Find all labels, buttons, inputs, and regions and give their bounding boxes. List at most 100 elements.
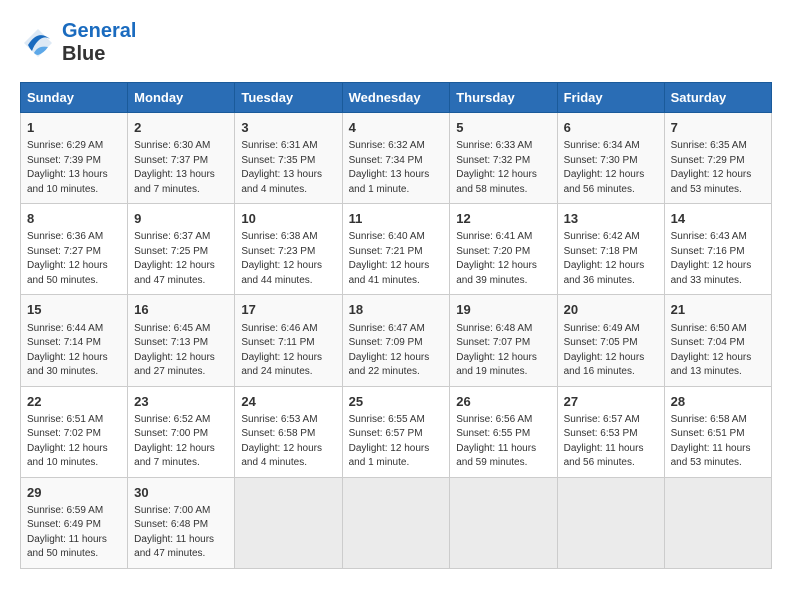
- calendar-day-cell: 17Sunrise: 6:46 AM Sunset: 7:11 PM Dayli…: [235, 295, 342, 386]
- calendar-day-cell: 29 Sunrise: 6:59 AM Sunset: 6:49 PM Dayli…: [21, 477, 128, 568]
- day-number: 24: [241, 393, 335, 411]
- calendar-day-cell: [342, 477, 450, 568]
- day-number: 4: [349, 119, 444, 137]
- day-number: 21: [671, 301, 765, 319]
- day-info: Sunrise: 6:47 AM Sunset: 7:09 PM Dayligh…: [349, 322, 444, 380]
- day-number: 2: [134, 119, 228, 137]
- day-number: 28: [671, 393, 765, 411]
- day-info: Sunrise: 6:55 AM Sunset: 6:57 PM Dayligh…: [349, 413, 444, 471]
- calendar-day-cell: [450, 477, 557, 568]
- day-number: 18: [349, 301, 444, 319]
- calendar-day-cell: [664, 477, 771, 568]
- calendar-day-cell: 14 Sunrise: 6:43 AM Sunset: 7:16 PM Dayli…: [664, 204, 771, 295]
- day-info: Sunrise: 6:37 AM Sunset: 7:25 PM Dayligh…: [134, 230, 228, 288]
- calendar-day-cell: 13 Sunrise: 6:42 AM Sunset: 7:18 PM Dayli…: [557, 204, 664, 295]
- day-number: 12: [456, 210, 550, 228]
- calendar-day-cell: 20 Sunrise: 6:49 AM Sunset: 7:05 PM Dayli…: [557, 295, 664, 386]
- calendar-day-cell: 22 Sunrise: 6:51 AM Sunset: 7:02 PM Dayli…: [21, 386, 128, 477]
- day-info: Sunrise: 6:49 AM Sunset: 7:05 PM Dayligh…: [564, 322, 658, 380]
- day-info: Sunrise: 6:30 AM Sunset: 7:37 PM Dayligh…: [134, 139, 228, 197]
- day-info: Sunrise: 6:41 AM Sunset: 7:20 PM Dayligh…: [456, 230, 550, 288]
- calendar-day-cell: 19 Sunrise: 6:48 AM Sunset: 7:07 PM Dayli…: [450, 295, 557, 386]
- weekday-header: Sunday: [21, 83, 128, 113]
- day-number: 23: [134, 393, 228, 411]
- calendar-day-cell: 6Sunrise: 6:34 AM Sunset: 7:30 PM Daylig…: [557, 113, 664, 204]
- calendar-day-cell: 10 Sunrise: 6:38 AM Sunset: 7:23 PM Dayli…: [235, 204, 342, 295]
- weekday-header: Friday: [557, 83, 664, 113]
- day-number: 25: [349, 393, 444, 411]
- calendar-day-cell: 21 Sunrise: 6:50 AM Sunset: 7:04 PM Dayli…: [664, 295, 771, 386]
- calendar-day-cell: 1 Sunrise: 6:29 AM Sunset: 7:39 PM Daylig…: [21, 113, 128, 204]
- day-number: 11: [349, 210, 444, 228]
- day-info: Sunrise: 6:32 AM Sunset: 7:34 PM Dayligh…: [349, 139, 444, 197]
- day-info: Sunrise: 6:57 AM Sunset: 6:53 PM Dayligh…: [564, 413, 658, 471]
- day-number: 8: [27, 210, 121, 228]
- weekday-header: Thursday: [450, 83, 557, 113]
- day-number: 16: [134, 301, 228, 319]
- calendar-week-row: 29 Sunrise: 6:59 AM Sunset: 6:49 PM Dayli…: [21, 477, 772, 568]
- calendar-day-cell: 27Sunrise: 6:57 AM Sunset: 6:53 PM Dayli…: [557, 386, 664, 477]
- day-info: Sunrise: 6:35 AM Sunset: 7:29 PM Dayligh…: [671, 139, 765, 197]
- day-number: 30: [134, 484, 228, 502]
- day-info: Sunrise: 6:43 AM Sunset: 7:16 PM Dayligh…: [671, 230, 765, 288]
- day-number: 22: [27, 393, 121, 411]
- day-info: Sunrise: 6:36 AM Sunset: 7:27 PM Dayligh…: [27, 230, 121, 288]
- calendar-day-cell: 4 Sunrise: 6:32 AM Sunset: 7:34 PM Daylig…: [342, 113, 450, 204]
- day-number: 19: [456, 301, 550, 319]
- day-info: Sunrise: 6:48 AM Sunset: 7:07 PM Dayligh…: [456, 322, 550, 380]
- day-info: Sunrise: 6:38 AM Sunset: 7:23 PM Dayligh…: [241, 230, 335, 288]
- calendar-week-row: 1 Sunrise: 6:29 AM Sunset: 7:39 PM Daylig…: [21, 113, 772, 204]
- calendar-day-cell: 28 Sunrise: 6:58 AM Sunset: 6:51 PM Dayli…: [664, 386, 771, 477]
- day-number: 20: [564, 301, 658, 319]
- calendar-day-cell: 25 Sunrise: 6:55 AM Sunset: 6:57 PM Dayli…: [342, 386, 450, 477]
- calendar-day-cell: 8 Sunrise: 6:36 AM Sunset: 7:27 PM Daylig…: [21, 204, 128, 295]
- day-info: Sunrise: 6:51 AM Sunset: 7:02 PM Dayligh…: [27, 413, 121, 471]
- day-number: 5: [456, 119, 550, 137]
- calendar-day-cell: 2 Sunrise: 6:30 AM Sunset: 7:37 PM Daylig…: [128, 113, 235, 204]
- day-number: 7: [671, 119, 765, 137]
- page-header: General Blue: [20, 20, 772, 66]
- weekday-header: Saturday: [664, 83, 771, 113]
- day-info: Sunrise: 6:31 AM Sunset: 7:35 PM Dayligh…: [241, 139, 335, 197]
- weekday-header: Wednesday: [342, 83, 450, 113]
- calendar-day-cell: 30 Sunrise: 7:00 AM Sunset: 6:48 PM Dayli…: [128, 477, 235, 568]
- calendar-day-cell: 3 Sunrise: 6:31 AM Sunset: 7:35 PM Daylig…: [235, 113, 342, 204]
- day-info: Sunrise: 6:50 AM Sunset: 7:04 PM Dayligh…: [671, 322, 765, 380]
- day-number: 1: [27, 119, 121, 137]
- day-info: Sunrise: 6:52 AM Sunset: 7:00 PM Dayligh…: [134, 413, 228, 471]
- day-number: 14: [671, 210, 765, 228]
- day-info: Sunrise: 6:44 AM Sunset: 7:14 PM Dayligh…: [27, 322, 121, 380]
- day-info: Sunrise: 6:29 AM Sunset: 7:39 PM Dayligh…: [27, 139, 121, 197]
- day-info: Sunrise: 6:58 AM Sunset: 6:51 PM Dayligh…: [671, 413, 765, 471]
- day-number: 29: [27, 484, 121, 502]
- calendar-day-cell: 9Sunrise: 6:37 AM Sunset: 7:25 PM Daylig…: [128, 204, 235, 295]
- calendar-day-cell: 12 Sunrise: 6:41 AM Sunset: 7:20 PM Dayli…: [450, 204, 557, 295]
- calendar-day-cell: 7 Sunrise: 6:35 AM Sunset: 7:29 PM Daylig…: [664, 113, 771, 204]
- weekday-header: Tuesday: [235, 83, 342, 113]
- calendar-header-row: SundayMondayTuesdayWednesdayThursdayFrid…: [21, 83, 772, 113]
- day-info: Sunrise: 6:56 AM Sunset: 6:55 PM Dayligh…: [456, 413, 550, 471]
- calendar-day-cell: 5 Sunrise: 6:33 AM Sunset: 7:32 PM Daylig…: [450, 113, 557, 204]
- day-number: 26: [456, 393, 550, 411]
- calendar-day-cell: [557, 477, 664, 568]
- day-number: 3: [241, 119, 335, 137]
- day-info: Sunrise: 6:33 AM Sunset: 7:32 PM Dayligh…: [456, 139, 550, 197]
- calendar-day-cell: 11 Sunrise: 6:40 AM Sunset: 7:21 PM Dayli…: [342, 204, 450, 295]
- calendar-table: SundayMondayTuesdayWednesdayThursdayFrid…: [20, 82, 772, 569]
- calendar-week-row: 22 Sunrise: 6:51 AM Sunset: 7:02 PM Dayli…: [21, 386, 772, 477]
- calendar-day-cell: 18 Sunrise: 6:47 AM Sunset: 7:09 PM Dayli…: [342, 295, 450, 386]
- day-info: Sunrise: 6:42 AM Sunset: 7:18 PM Dayligh…: [564, 230, 658, 288]
- day-info: Sunrise: 6:45 AM Sunset: 7:13 PM Dayligh…: [134, 322, 228, 380]
- day-info: Sunrise: 6:46 AM Sunset: 7:11 PM Dayligh…: [241, 322, 335, 380]
- day-info: Sunrise: 7:00 AM Sunset: 6:48 PM Dayligh…: [134, 504, 228, 562]
- day-number: 10: [241, 210, 335, 228]
- day-number: 13: [564, 210, 658, 228]
- calendar-day-cell: 26 Sunrise: 6:56 AM Sunset: 6:55 PM Dayli…: [450, 386, 557, 477]
- day-info: Sunrise: 6:59 AM Sunset: 6:49 PM Dayligh…: [27, 504, 121, 562]
- day-info: Sunrise: 6:34 AM Sunset: 7:30 PM Dayligh…: [564, 139, 658, 197]
- calendar-day-cell: [235, 477, 342, 568]
- calendar-week-row: 8 Sunrise: 6:36 AM Sunset: 7:27 PM Daylig…: [21, 204, 772, 295]
- calendar-week-row: 15Sunrise: 6:44 AM Sunset: 7:14 PM Dayli…: [21, 295, 772, 386]
- logo-icon: [20, 25, 56, 61]
- day-info: Sunrise: 6:40 AM Sunset: 7:21 PM Dayligh…: [349, 230, 444, 288]
